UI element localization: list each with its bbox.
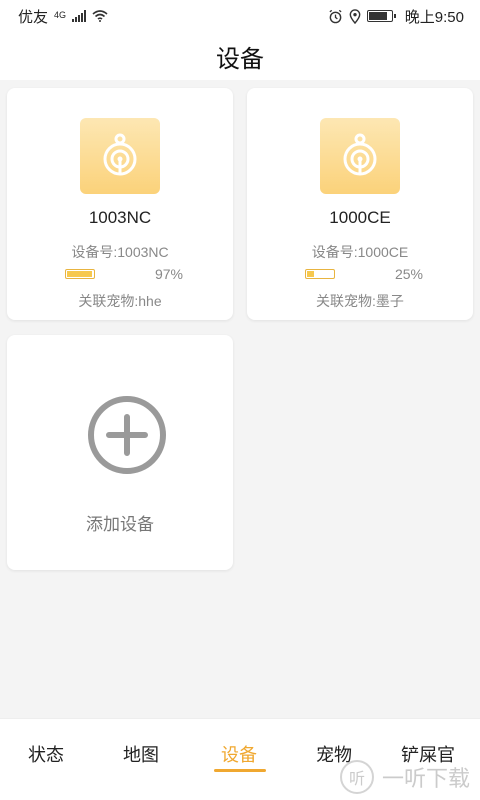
device-id: 设备号:1003NC	[71, 244, 169, 260]
tab-map[interactable]: 地图	[123, 741, 159, 767]
battery-percent: 25%	[394, 266, 423, 282]
linked-pet: 关联宠物:hhe	[78, 293, 162, 309]
battery-icon	[65, 269, 95, 279]
wifi-icon	[92, 10, 108, 22]
watermark: 听 一听下载	[339, 760, 470, 794]
clock: 晚上9:50	[404, 8, 464, 26]
device-name: 1003NC	[88, 208, 152, 227]
tab-devices[interactable]: 设备	[221, 741, 257, 767]
plus-circle-icon[interactable]	[87, 395, 167, 475]
add-device-label: 添加设备	[86, 515, 154, 534]
device-card[interactable]: 1003NC 设备号:1003NC 97% 关联宠物:hhe	[7, 88, 233, 320]
status-left: 优友 4G	[18, 6, 108, 27]
battery-row: 25%	[305, 265, 423, 283]
signal-icon	[72, 10, 87, 22]
battery-percent: 97%	[154, 266, 183, 282]
alarm-icon	[329, 9, 342, 23]
tracker-icon	[320, 118, 400, 194]
page-header: 设备	[0, 32, 480, 80]
status-right: 晚上9:50	[328, 6, 464, 27]
active-tab-indicator	[214, 769, 266, 772]
battery-icon	[366, 10, 396, 22]
bottom-tab-bar: 状态 地图 设备 宠物 铲屎官 听 一听下载	[0, 718, 480, 800]
device-id: 设备号:1000CE	[311, 244, 409, 260]
watermark-logo: 听	[339, 760, 374, 794]
tracker-icon	[80, 118, 160, 194]
page-title: 设备	[216, 45, 264, 73]
status-bar: 优友 4G 晚上9:50	[0, 0, 480, 32]
battery-icon	[305, 269, 335, 279]
tab-status[interactable]: 状态	[28, 741, 64, 767]
watermark-text: 一听下载	[381, 766, 470, 791]
network-type: 4G	[54, 9, 67, 20]
linked-pet: 关联宠物:墨子	[316, 293, 404, 309]
battery-row: 97%	[65, 265, 183, 283]
location-icon	[349, 8, 361, 24]
device-card[interactable]: 1000CE 设备号:1000CE 25% 关联宠物:墨子	[247, 88, 473, 320]
carrier-label: 优友	[18, 8, 49, 26]
add-device-card[interactable]: 添加设备	[7, 335, 233, 570]
device-name: 1000CE	[329, 208, 391, 227]
